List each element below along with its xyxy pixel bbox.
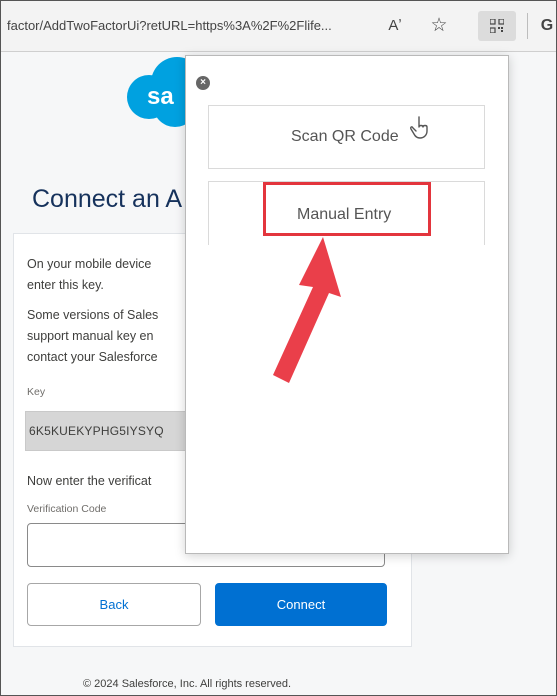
- key-label: Key: [27, 386, 46, 398]
- instructions-paragraph-2: Some versions of Sales support manual ke…: [27, 305, 187, 368]
- instructions-paragraph-1: On your mobile device enter this key.: [27, 254, 187, 296]
- text-line: support manual key en: [27, 329, 154, 343]
- text-line: enter this key.: [27, 278, 104, 292]
- toolbar-divider: [527, 13, 528, 39]
- qr-extension-icon: [490, 19, 504, 33]
- read-aloud-icon[interactable]: Aʼ: [383, 14, 407, 38]
- text-line: contact your Salesforce: [27, 350, 158, 364]
- authenticator-popup: × Scan QR Code Manual Entry: [185, 55, 509, 554]
- back-button[interactable]: Back: [27, 583, 201, 626]
- page-title: Connect an A: [32, 185, 183, 213]
- browser-address-bar: factor/AddTwoFactorUi?retURL=https%3A%2F…: [1, 1, 556, 52]
- highlight-box: [263, 182, 431, 236]
- logo-text: sa: [147, 83, 174, 110]
- scan-qr-code-option[interactable]: Scan QR Code: [208, 105, 485, 169]
- copyright-footer: © 2024 Salesforce, Inc. All rights reser…: [83, 678, 292, 690]
- verify-prompt: Now enter the verificat: [27, 474, 152, 488]
- key-value: 6K5KUEKYPHG5IYSYQ: [29, 424, 164, 438]
- close-icon[interactable]: ×: [196, 76, 210, 90]
- favorite-star-icon[interactable]: ☆: [427, 14, 451, 38]
- connect-button[interactable]: Connect: [215, 583, 387, 626]
- red-arrow-annotation: [273, 237, 341, 383]
- url-text[interactable]: factor/AddTwoFactorUi?retURL=https%3A%2F…: [7, 18, 377, 33]
- text-line: On your mobile device: [27, 257, 152, 271]
- hand-cursor-icon: [410, 116, 428, 139]
- scan-qr-code-label: Scan QR Code: [291, 128, 399, 145]
- text-line: Some versions of Sales: [27, 308, 159, 322]
- refresh-icon[interactable]: G: [535, 14, 556, 38]
- screenshot-frame: factor/AddTwoFactorUi?retURL=https%3A%2F…: [0, 0, 557, 696]
- qr-extension-button[interactable]: [478, 11, 516, 41]
- verification-code-label: Verification Code: [27, 503, 107, 515]
